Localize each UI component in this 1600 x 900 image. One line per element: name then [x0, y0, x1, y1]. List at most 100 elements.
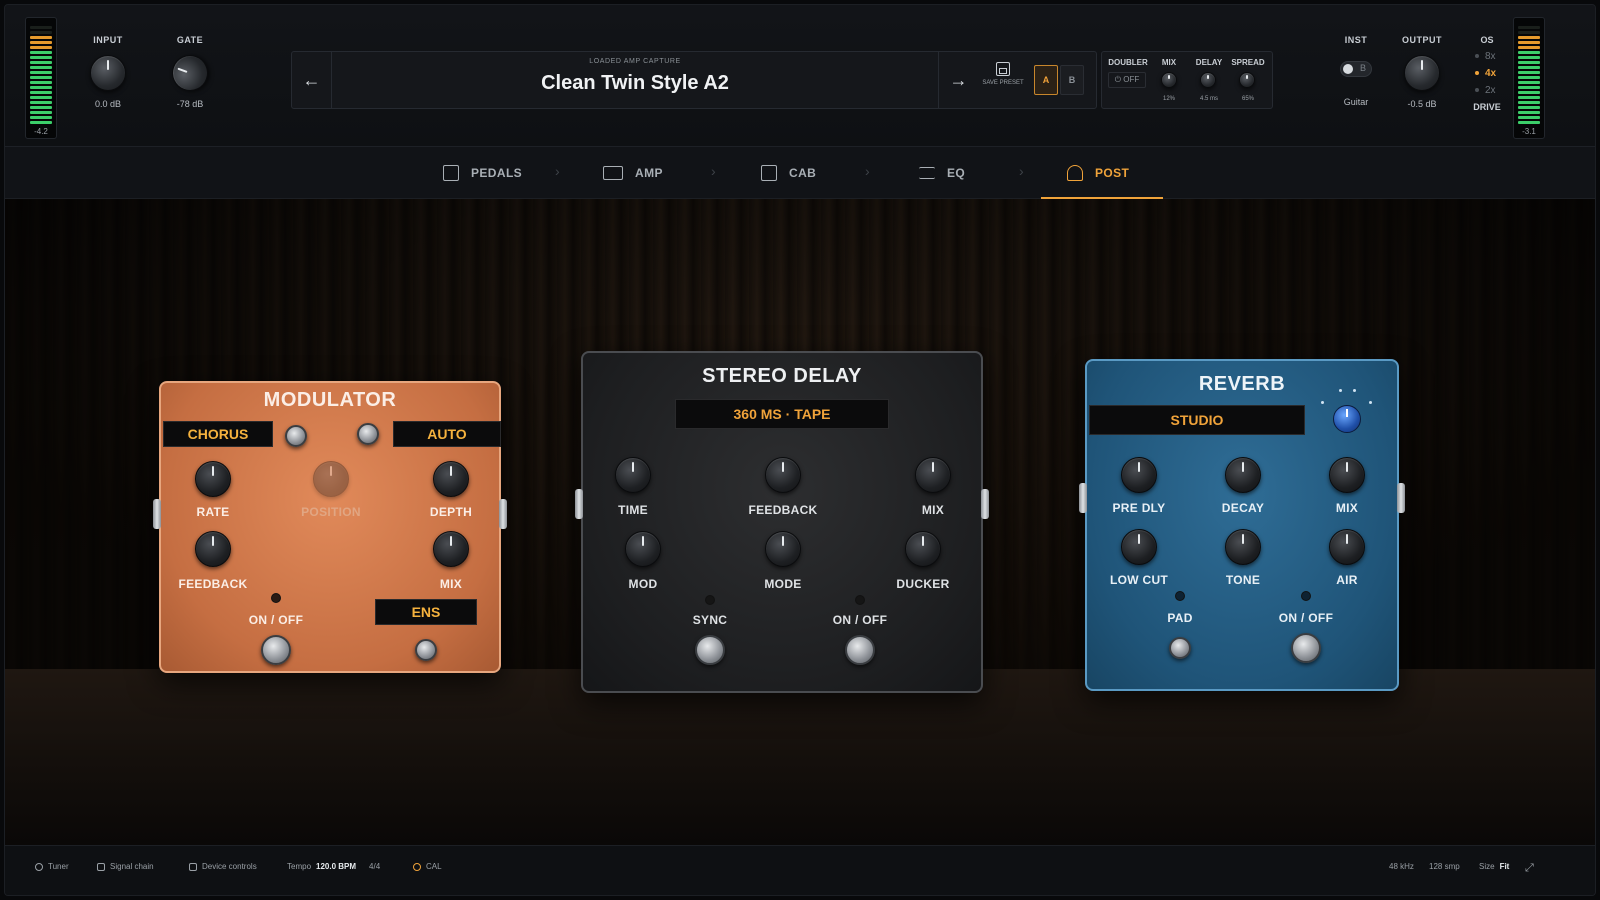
stereo-delay-title: STEREO DELAY: [702, 365, 862, 387]
modulator-mode-display[interactable]: CHORUS: [163, 421, 273, 447]
app-window: -4.2 INPUT 0.0 dB GATE -78 dB ← LOADED A…: [4, 4, 1596, 896]
cal-button[interactable]: CAL: [413, 862, 442, 871]
reverb-type-display[interactable]: STUDIO: [1089, 405, 1305, 435]
size-control[interactable]: Size Fit: [1479, 862, 1509, 871]
low-cut-knob-cap: [1121, 529, 1157, 565]
position-knob-cap: [313, 461, 349, 497]
modulator-mode-switch[interactable]: [285, 425, 307, 447]
feedback-knob[interactable]: [195, 531, 231, 567]
chevron-right-icon: ›: [1019, 163, 1024, 179]
mix-knob[interactable]: [433, 531, 469, 567]
sync-footswitch[interactable]: [695, 635, 725, 665]
doubler-mix-knob-cap: [1161, 72, 1177, 88]
tuner-label: Tuner: [48, 862, 69, 871]
reverb-title: REVERB: [1198, 373, 1286, 395]
feedback-knob[interactable]: [765, 457, 801, 493]
pad-switch[interactable]: [1169, 637, 1191, 659]
modulator-sync-display[interactable]: AUTO: [393, 421, 501, 447]
time-knob-cap: [615, 457, 651, 493]
tab-cab[interactable]: CAB: [761, 147, 816, 199]
low-cut-knob[interactable]: [1121, 529, 1157, 565]
indicator-dot: [1321, 401, 1324, 404]
position-knob[interactable]: [313, 461, 349, 497]
reverb-type-knob[interactable]: [1333, 405, 1361, 433]
decay-knob[interactable]: [1225, 457, 1261, 493]
os-option-4x[interactable]: 4x: [1467, 68, 1507, 79]
stage-floor: [5, 669, 1595, 845]
meter-segment: [30, 96, 52, 99]
tab-amp[interactable]: AMP: [603, 147, 663, 199]
ens-switch[interactable]: [415, 639, 437, 661]
meter-segment: [1518, 86, 1540, 89]
meter-segment: [1518, 41, 1540, 44]
delay-display[interactable]: 360 MS · TAPE: [675, 399, 889, 429]
low-cut-label: LOW CUT: [1109, 573, 1169, 587]
device-controls-button[interactable]: Device controls: [189, 862, 257, 871]
mode-knob[interactable]: [765, 531, 801, 567]
ens-display[interactable]: ENS: [375, 599, 477, 625]
input-knob[interactable]: [90, 55, 126, 91]
depth-knob[interactable]: [433, 461, 469, 497]
slot-b-button[interactable]: B: [1060, 65, 1084, 95]
gate-knob[interactable]: [166, 49, 214, 97]
tab-pedals[interactable]: PEDALS: [443, 147, 522, 199]
output-knob[interactable]: [1404, 55, 1440, 91]
mode-label: MODE: [764, 577, 802, 591]
previous-preset-button[interactable]: ←: [292, 52, 332, 108]
mix-label: MIX: [439, 577, 463, 591]
meter-segment: [1518, 76, 1540, 79]
preset-caption: LOADED AMP CAPTURE: [589, 58, 681, 65]
ducker-knob-cap: [905, 531, 941, 567]
os-label: OS: [1480, 35, 1494, 45]
onoff-footswitch[interactable]: [261, 635, 291, 665]
onoff-label: ON / OFF: [832, 613, 888, 627]
pad-label: PAD: [1167, 611, 1193, 625]
tuner-button[interactable]: Tuner: [35, 862, 69, 871]
mix-label: MIX: [1335, 501, 1359, 515]
doubler-power-button[interactable]: ⏻ OFF: [1108, 72, 1146, 88]
next-preset-button[interactable]: →: [938, 52, 978, 108]
size-label: Size: [1479, 862, 1495, 871]
signal-chain-button[interactable]: Signal chain: [97, 862, 154, 871]
time-knob[interactable]: [615, 457, 651, 493]
input-label: INPUT: [93, 35, 123, 45]
onoff-label: ON / OFF: [1278, 611, 1334, 625]
meter-segment: [30, 81, 52, 84]
signal-chain-icon: [97, 862, 105, 871]
mix-knob[interactable]: [915, 457, 951, 493]
ducker-knob[interactable]: [905, 531, 941, 567]
doubler-spread-knob[interactable]: [1239, 72, 1257, 90]
mix-knob[interactable]: [1329, 457, 1365, 493]
tab-post[interactable]: POST: [1040, 147, 1164, 199]
inst-toggle[interactable]: B: [1340, 61, 1372, 77]
feedback-label: FEEDBACK: [178, 577, 248, 591]
slot-a-button[interactable]: A: [1034, 65, 1058, 95]
os-option-8x[interactable]: 8x: [1467, 51, 1507, 62]
air-knob[interactable]: [1329, 529, 1365, 565]
meter-segment: [30, 111, 52, 114]
tempo-readout[interactable]: Tempo 120.0 BPM 4/4: [287, 862, 380, 871]
os-option-2x[interactable]: 2x: [1467, 85, 1507, 96]
onoff-footswitch[interactable]: [845, 635, 875, 665]
preset-name[interactable]: Clean Twin Style A2: [332, 72, 938, 95]
tab-eq[interactable]: EQ: [919, 147, 965, 199]
drive-label[interactable]: DRIVE: [1467, 102, 1507, 112]
meter-segment: [1518, 116, 1540, 119]
input-jack: [575, 489, 583, 519]
chevron-right-icon: ›: [865, 163, 870, 179]
pre-delay-knob[interactable]: [1121, 457, 1157, 493]
save-preset-button[interactable]: SAVE PRESET: [980, 62, 1026, 86]
doubler-mix-knob[interactable]: [1161, 72, 1179, 90]
onoff-footswitch[interactable]: [1291, 633, 1321, 663]
fullscreen-icon[interactable]: ⤢: [1525, 862, 1534, 875]
doubler-delay-knob[interactable]: [1200, 72, 1218, 90]
rate-knob[interactable]: [195, 461, 231, 497]
pre-delay-knob-cap: [1121, 457, 1157, 493]
ducker-label: DUCKER: [896, 577, 950, 591]
tone-knob[interactable]: [1225, 529, 1261, 565]
mod-knob[interactable]: [625, 531, 661, 567]
meter-segment: [1518, 61, 1540, 64]
meter-segment: [30, 31, 52, 34]
modulator-sync-switch[interactable]: [357, 423, 379, 445]
tempo-label: Tempo: [287, 862, 312, 871]
